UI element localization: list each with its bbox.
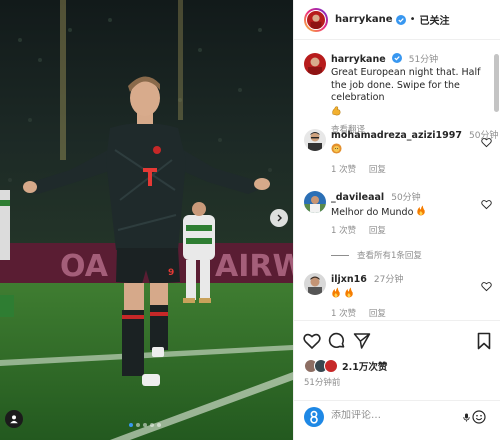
comment-text	[331, 143, 481, 159]
carousel-dot	[129, 423, 133, 427]
emoji-picker-icon[interactable]	[472, 410, 486, 424]
comment-like-heart-icon[interactable]	[481, 199, 492, 210]
comment-time: 27分钟	[373, 275, 404, 285]
author-username[interactable]: harrykane	[335, 14, 393, 25]
comment-like-count[interactable]: 1 次赞	[331, 165, 356, 175]
comment-like-count[interactable]: 1 次赞	[331, 226, 356, 236]
comment-scrollbar[interactable]	[494, 42, 499, 318]
add-comment-bar	[294, 400, 500, 440]
post-timestamp: 51分钟前	[304, 378, 341, 388]
following-button[interactable]: 已关注	[419, 12, 449, 27]
commenter-avatar[interactable]	[304, 129, 326, 151]
add-comment-input[interactable]	[331, 410, 451, 421]
current-user-avatar	[304, 407, 324, 427]
save-bookmark-icon[interactable]	[475, 332, 493, 350]
svg-text:OA: OA	[60, 249, 109, 284]
caption-username[interactable]: harrykane	[331, 54, 386, 65]
like-heart-icon[interactable]	[303, 332, 321, 350]
comment-username[interactable]: iljxn16	[331, 274, 367, 285]
share-send-icon[interactable]	[353, 332, 371, 350]
comment-bubble-icon[interactable]	[328, 332, 346, 350]
chevron-right-icon	[277, 214, 282, 222]
caption-text: Great European night that. Half the job …	[331, 67, 481, 103]
commenter-avatar[interactable]	[304, 273, 326, 295]
carousel-dot	[150, 423, 154, 427]
carousel-next-button[interactable]	[270, 209, 288, 227]
comment-list[interactable]: harrykane 51分钟 Great European night that…	[294, 41, 500, 319]
liker-avatar	[324, 359, 338, 373]
post-side-panel: harrykane • 已关注 harrykane 51分钟 Great Eur…	[293, 0, 500, 440]
carousel-dot	[136, 423, 140, 427]
comment-reply-link[interactable]: 回复	[369, 309, 386, 319]
post-header: harrykane • 已关注	[294, 0, 500, 40]
commenter-avatar[interactable]	[304, 191, 326, 213]
instagram-post-view: OA AIRW 9 harrykane • 已关注 harrykane 51分钟…	[0, 0, 500, 440]
caption-time: 51分钟	[408, 55, 439, 65]
replies-divider	[331, 254, 349, 256]
post-media[interactable]: OA AIRW 9	[0, 0, 293, 440]
flexed-biceps-emoji-icon	[332, 105, 341, 115]
tagged-users-button[interactable]	[5, 410, 23, 428]
comment-username[interactable]: mohamadreza_azizi1997	[331, 130, 462, 141]
comment-reply-link[interactable]: 回复	[369, 165, 386, 175]
author-avatar[interactable]	[304, 7, 328, 32]
verified-badge-icon	[395, 14, 406, 25]
comment-username[interactable]: _davileaal	[331, 192, 384, 203]
carousel-dot	[157, 423, 161, 427]
fire-emoji-icon	[345, 287, 353, 298]
comment-text: Melhor do Mundo	[331, 205, 481, 220]
svg-text:9: 9	[168, 268, 174, 278]
header-separator: •	[409, 14, 416, 25]
svg-text:AIRW: AIRW	[215, 249, 293, 284]
comment-time: 50分钟	[391, 193, 421, 203]
user-icon	[10, 415, 18, 424]
lion-face-emoji-icon	[331, 143, 342, 154]
view-replies-link[interactable]: 查看所有1条回复	[331, 249, 422, 261]
likes-count[interactable]: 2.1万次赞	[342, 359, 387, 373]
comment-like-count[interactable]: 1 次赞	[331, 309, 356, 319]
likes-summary[interactable]: 2.1万次赞	[304, 356, 387, 376]
view-replies-text: 查看所有1条回复	[357, 251, 422, 261]
voice-input-icon[interactable]	[463, 413, 470, 422]
comment-text	[331, 287, 481, 303]
comment-reply-link[interactable]: 回复	[369, 226, 386, 236]
comment-text-content: Melhor do Mundo	[331, 207, 414, 218]
post-actions: 2.1万次赞 51分钟前	[294, 320, 500, 400]
comment-like-heart-icon[interactable]	[481, 137, 492, 148]
caption-avatar[interactable]	[304, 53, 326, 75]
fire-emoji-icon	[417, 205, 426, 216]
verified-badge-icon	[391, 53, 402, 63]
carousel-dot	[143, 423, 147, 427]
caption-emoji	[331, 105, 481, 121]
scrollbar-thumb[interactable]	[494, 54, 499, 112]
fire-emoji-icon	[332, 287, 340, 298]
current-user-avatar-icon	[310, 410, 318, 424]
carousel-indicator	[129, 423, 161, 427]
comment-like-heart-icon[interactable]	[481, 281, 492, 292]
post-photo: OA AIRW 9	[0, 0, 293, 440]
